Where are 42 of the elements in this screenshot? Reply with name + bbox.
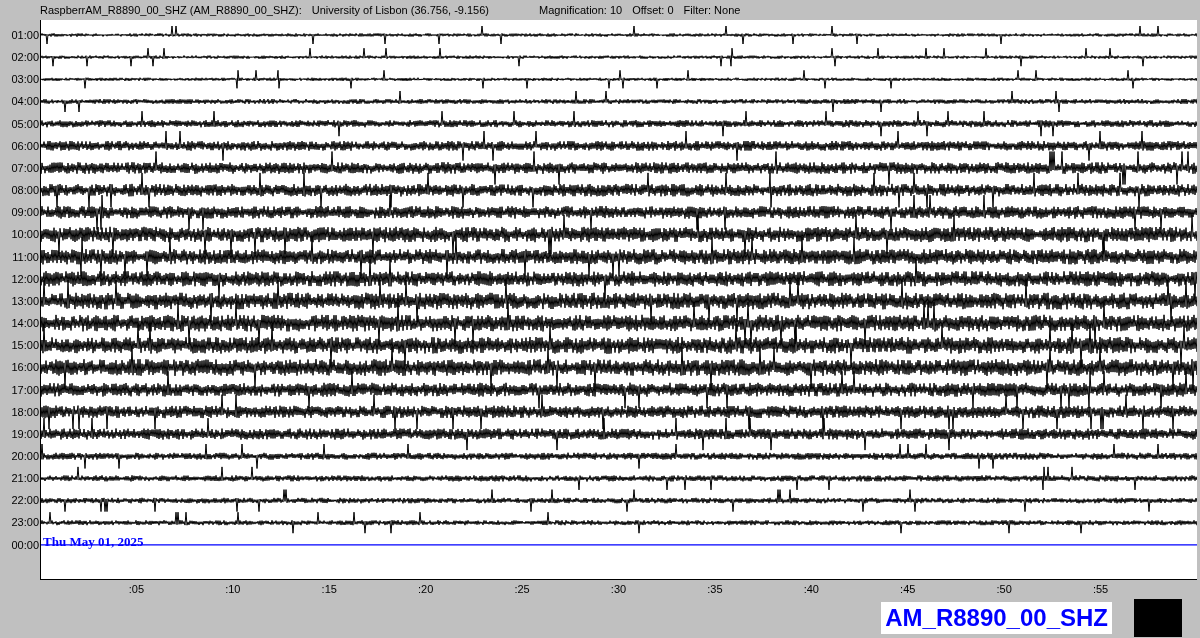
- hour-label: 21:00: [10, 471, 40, 487]
- hour-label: 15:00: [10, 338, 40, 354]
- trace-color-swatch: [1134, 599, 1182, 637]
- hour-label: 20:00: [10, 448, 40, 464]
- hour-label: 23:00: [10, 515, 40, 531]
- hour-label: 02:00: [10, 50, 40, 66]
- hour-label: 06:00: [10, 138, 40, 154]
- station-label: AM_R8890_00_SHZ: [881, 602, 1112, 634]
- minute-tick-label: :45: [899, 583, 917, 595]
- hour-label: 13:00: [10, 293, 40, 309]
- magnification-text: Magnification: 10: [539, 4, 623, 16]
- hour-label: 08:00: [10, 183, 40, 199]
- hour-label: 05:00: [10, 116, 40, 132]
- minute-tick-label: :50: [995, 583, 1013, 595]
- hour-label: 16:00: [10, 360, 40, 376]
- filter-text: Filter: None: [683, 4, 741, 16]
- minute-tick-label: :30: [609, 583, 628, 595]
- hour-label: 04:00: [10, 94, 40, 110]
- hour-label: 17:00: [10, 382, 40, 398]
- hour-label: 11:00: [11, 249, 40, 265]
- hour-label: 09:00: [10, 205, 40, 221]
- hour-label: 07:00: [10, 160, 40, 176]
- minute-tick-label: :35: [706, 583, 724, 595]
- hour-label: 18:00: [10, 404, 40, 420]
- channel-name: RaspberrAM_R8890_00_SHZ (AM_R8890_00_SHZ):: [40, 4, 302, 16]
- minute-tick-label: :40: [802, 583, 820, 595]
- minute-tick-label: :25: [513, 583, 531, 595]
- hour-label: 22:00: [10, 493, 40, 509]
- minute-tick-label: :05: [127, 583, 146, 595]
- hour-label: 19:00: [10, 426, 40, 442]
- minute-tick-label: :10: [224, 583, 242, 595]
- minute-tick-label: :20: [417, 583, 435, 595]
- offset-text: Offset: 0: [632, 4, 674, 16]
- hour-label: 01:00: [10, 28, 40, 43]
- hour-label: 03:00: [10, 72, 40, 88]
- minute-tick-label: :15: [320, 583, 338, 595]
- hour-label: 12:00: [10, 271, 40, 287]
- hour-label: 00:00: [10, 537, 40, 553]
- hour-label: 10:00: [10, 227, 40, 243]
- hour-label: 14:00: [10, 316, 40, 332]
- station-location: University of Lisbon (36.756, -9.156): [311, 4, 489, 16]
- minute-tick-label: :55: [1091, 583, 1110, 595]
